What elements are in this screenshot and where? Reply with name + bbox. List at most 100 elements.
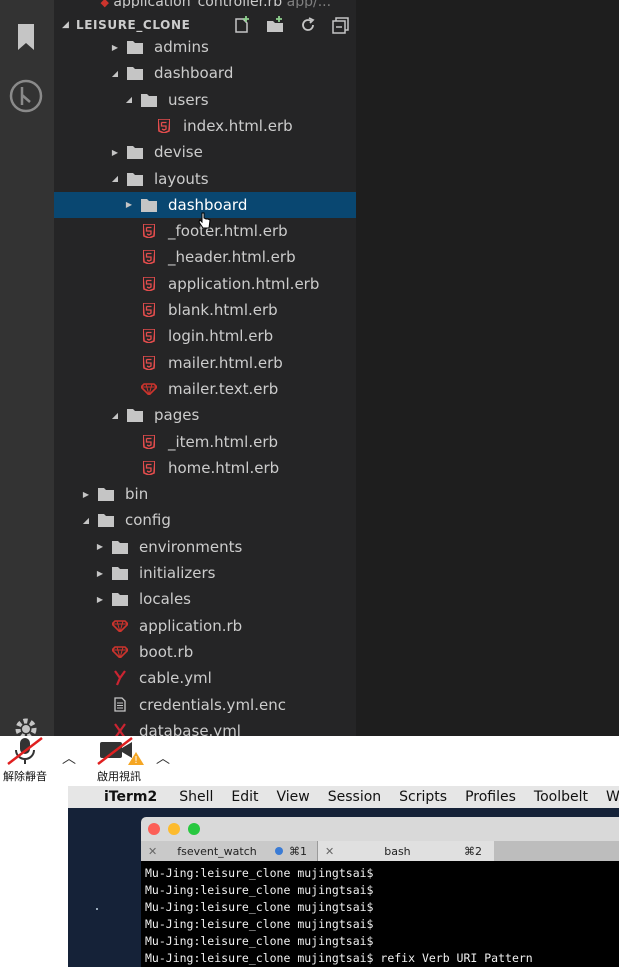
iterm-tab-2[interactable]: ✕ bash ⌘2 [318, 841, 494, 861]
yaml-icon [111, 670, 129, 686]
folder-icon [111, 539, 129, 555]
html5-icon [140, 302, 158, 318]
close-icon[interactable]: ✕ [148, 845, 157, 858]
menu-item-toolbelt[interactable]: Toolbelt [534, 789, 588, 805]
zoom-window-button[interactable] [188, 823, 200, 835]
unmute-button[interactable]: 解除靜音 [2, 736, 48, 784]
tree-file[interactable]: _header.html.erb [54, 244, 356, 270]
tree-item-label: credentials.yml.enc [139, 695, 286, 714]
chevron-down-icon[interactable]: ◢ [108, 69, 122, 78]
tree-item-label: login.html.erb [168, 327, 274, 346]
minimize-window-button[interactable] [168, 823, 180, 835]
folder-icon [126, 144, 144, 160]
tree-item-label: home.html.erb [168, 458, 280, 477]
chevron-right-icon[interactable]: ▶ [108, 43, 122, 52]
chevron-right-icon[interactable]: ▶ [108, 148, 122, 157]
menu-item-profiles[interactable]: Profiles [465, 789, 516, 805]
tree-file[interactable]: home.html.erb [54, 455, 356, 481]
tree-item-label: index.html.erb [183, 116, 293, 135]
tree-folder[interactable]: ▶ devise [54, 139, 356, 165]
tree-file[interactable]: _item.html.erb [54, 429, 356, 455]
tree-folder[interactable]: ◢ pages [54, 402, 356, 428]
section-title: LEISURE_CLONE [76, 18, 191, 32]
html5-icon [140, 460, 158, 476]
menu-item-wi[interactable]: Wi [606, 789, 619, 805]
tree-file[interactable]: credentials.yml.enc [54, 692, 356, 718]
bookmark-icon[interactable] [9, 20, 43, 54]
chevron-right-icon[interactable]: ▶ [93, 569, 107, 578]
tree-item-label: config [125, 511, 171, 530]
tree-folder[interactable]: ◢ users [54, 87, 356, 113]
close-window-button[interactable] [148, 823, 160, 835]
zoom-control-bar: 解除靜音 ︿ ! 啟用視訊 ︿ [0, 736, 619, 786]
chevron-right-icon[interactable]: ▶ [93, 542, 107, 551]
tree-file[interactable]: mailer.text.erb [54, 376, 356, 402]
editor-area [356, 0, 619, 736]
tree-file[interactable]: blank.html.erb [54, 297, 356, 323]
tree-folder[interactable]: ▶ admins [54, 34, 356, 60]
tree-file[interactable]: database.yml [54, 718, 356, 736]
open-editor-item[interactable]: ◆ application_controller.rb app/... [54, 0, 356, 8]
folder-icon [126, 39, 144, 55]
tree-item-label: application.rb [139, 616, 243, 635]
chevron-down-icon[interactable]: ◢ [79, 516, 93, 525]
terminal-line: Mu-Jing:leisure_clone mujingtsai$ [145, 883, 374, 897]
menu-item-iterm2[interactable]: iTerm2 [104, 789, 157, 805]
chevron-right-icon[interactable]: ▶ [79, 490, 93, 499]
tree-item-label: application.html.erb [168, 274, 320, 293]
chevron-up-icon[interactable]: ︿ [62, 748, 76, 768]
tree-file[interactable]: application.html.erb [54, 271, 356, 297]
close-icon[interactable]: ✕ [325, 845, 334, 858]
folder-icon [97, 486, 115, 502]
tree-file[interactable]: application.rb [54, 613, 356, 639]
tree-file[interactable]: mailer.html.erb [54, 350, 356, 376]
iterm-titlebar[interactable] [141, 817, 619, 841]
terminal-line: Mu-Jing:leisure_clone mujingtsai$ [145, 900, 374, 914]
html5-icon [140, 355, 158, 371]
iterm-tab-1[interactable]: ✕ fsevent_watch ⌘1 [141, 841, 318, 861]
tree-item-label: boot.rb [139, 642, 194, 661]
tree-file[interactable]: cable.yml [54, 665, 356, 691]
tree-folder[interactable]: ◢ layouts [54, 166, 356, 192]
chevron-down-icon[interactable]: ◢ [108, 174, 122, 183]
gitlens-icon[interactable] [9, 79, 43, 113]
folder-icon [140, 197, 158, 213]
tree-item-label: _footer.html.erb [168, 222, 288, 241]
chevron-right-icon[interactable]: ▶ [122, 200, 136, 209]
chevron-down-icon: ◢ [62, 20, 69, 30]
tree-file[interactable]: boot.rb [54, 639, 356, 665]
chevron-down-icon[interactable]: ◢ [122, 95, 136, 104]
menu-item-view[interactable]: View [277, 789, 310, 805]
chevron-down-icon[interactable]: ◢ [108, 411, 122, 420]
menu-item-shell[interactable]: Shell [179, 789, 213, 805]
chevron-right-icon[interactable]: ▶ [93, 595, 107, 604]
tree-folder[interactable]: ◢ config [54, 507, 356, 533]
iterm-window: ✕ fsevent_watch ⌘1 ✕ bash ⌘2 Mu-Jing:lei… [141, 817, 619, 967]
menu-item-session[interactable]: Session [328, 789, 381, 805]
tab-shortcut: ⌘2 [464, 844, 482, 858]
html5-icon [140, 276, 158, 292]
tree-item-label: _item.html.erb [168, 432, 279, 451]
menu-item-scripts[interactable]: Scripts [399, 789, 447, 805]
tree-folder[interactable]: ▶ locales [54, 586, 356, 612]
tree-folder[interactable]: ▶ initializers [54, 560, 356, 586]
folder-icon [126, 65, 144, 81]
tree-item-label: users [168, 90, 209, 109]
start-video-label: 啟用視訊 [97, 770, 141, 783]
svg-text:!: ! [134, 755, 138, 766]
terminal-line: Mu-Jing:leisure_clone mujingtsai$ [145, 917, 374, 931]
menu-item-edit[interactable]: Edit [231, 789, 258, 805]
tree-item-label: admins [154, 38, 209, 56]
tree-file[interactable]: index.html.erb [54, 113, 356, 139]
html5-icon [140, 434, 158, 450]
tree-file[interactable]: login.html.erb [54, 323, 356, 349]
tree-folder[interactable]: ▶ bin [54, 481, 356, 507]
terminal-line: Mu-Jing:leisure_clone mujingtsai$ [145, 934, 374, 948]
terminal-output[interactable]: Mu-Jing:leisure_clone mujingtsai$ Mu-Jing… [141, 861, 619, 967]
tree-folder[interactable]: ▶ environments [54, 534, 356, 560]
tree-folder[interactable]: ◢ dashboard [54, 60, 356, 86]
start-video-button[interactable]: ! 啟用視訊 [92, 736, 146, 784]
tab-title: fsevent_watch [177, 844, 257, 858]
folder-icon [97, 512, 115, 528]
chevron-up-icon[interactable]: ︿ [156, 748, 170, 768]
